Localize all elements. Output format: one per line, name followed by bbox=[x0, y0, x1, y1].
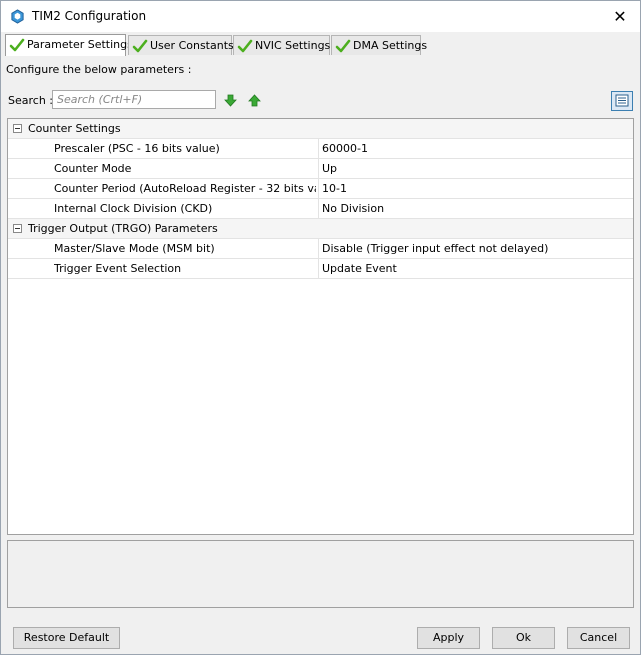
configure-caption: Configure the below parameters : bbox=[6, 63, 192, 76]
close-button[interactable]: ✕ bbox=[600, 1, 640, 32]
arrow-up-icon[interactable] bbox=[248, 94, 261, 107]
tab-user-constants[interactable]: User Constants bbox=[128, 35, 234, 55]
title-bar: TIM2 Configuration ✕ bbox=[1, 1, 640, 32]
checkmark-icon bbox=[9, 38, 25, 52]
tab-nvic-settings[interactable]: NVIC Settings bbox=[233, 35, 330, 55]
list-view-icon bbox=[615, 94, 629, 107]
group-label: Counter Settings bbox=[28, 122, 121, 135]
close-icon: ✕ bbox=[613, 7, 627, 26]
param-name: Counter Mode bbox=[54, 162, 132, 175]
param-row-counter-period[interactable]: Counter Period (AutoReload Register - 32… bbox=[8, 179, 633, 199]
param-value[interactable]: 60000-1 bbox=[322, 142, 368, 155]
column-divider bbox=[318, 139, 319, 158]
param-row-prescaler[interactable]: Prescaler (PSC - 16 bits value) 60000-1 bbox=[8, 139, 633, 159]
param-name: Prescaler (PSC - 16 bits value) bbox=[54, 142, 220, 155]
list-view-button[interactable] bbox=[611, 91, 633, 111]
param-value[interactable]: Update Event bbox=[322, 262, 397, 275]
window-title: TIM2 Configuration bbox=[32, 9, 147, 23]
parameter-grid: Counter Settings Prescaler (PSC - 16 bit… bbox=[7, 118, 634, 535]
column-divider bbox=[318, 239, 319, 258]
collapse-toggle-icon[interactable] bbox=[13, 124, 22, 133]
param-value[interactable]: 10-1 bbox=[322, 182, 347, 195]
param-row-clock-division[interactable]: Internal Clock Division (CKD) No Divisio… bbox=[8, 199, 633, 219]
column-divider bbox=[318, 199, 319, 218]
collapse-toggle-icon[interactable] bbox=[13, 224, 22, 233]
app-cube-icon bbox=[11, 9, 24, 24]
checkmark-icon bbox=[237, 39, 253, 53]
dialog-window: TIM2 Configuration ✕ Parameter Settings … bbox=[0, 0, 641, 655]
param-row-trigger-event[interactable]: Trigger Event Selection Update Event bbox=[8, 259, 633, 279]
tab-label: Parameter Settings bbox=[27, 38, 133, 51]
group-label: Trigger Output (TRGO) Parameters bbox=[28, 222, 218, 235]
param-name: Internal Clock Division (CKD) bbox=[54, 202, 213, 215]
parameter-settings-panel: Configure the below parameters : Search … bbox=[2, 56, 638, 656]
group-row-trigger-output[interactable]: Trigger Output (TRGO) Parameters bbox=[8, 219, 633, 239]
search-label: Search : bbox=[8, 94, 53, 107]
column-divider bbox=[318, 259, 319, 278]
param-row-master-slave-mode[interactable]: Master/Slave Mode (MSM bit) Disable (Tri… bbox=[8, 239, 633, 259]
checkmark-icon bbox=[335, 39, 351, 53]
checkmark-icon bbox=[132, 39, 148, 53]
ok-button[interactable]: Ok bbox=[492, 627, 555, 649]
tab-label: NVIC Settings bbox=[255, 39, 331, 52]
search-input[interactable]: Search (Crtl+F) bbox=[52, 90, 216, 109]
arrow-down-icon[interactable] bbox=[224, 94, 237, 107]
param-value[interactable]: Up bbox=[322, 162, 337, 175]
tab-parameter-settings[interactable]: Parameter Settings bbox=[5, 34, 133, 56]
param-name: Master/Slave Mode (MSM bit) bbox=[54, 242, 215, 255]
column-divider bbox=[318, 159, 319, 178]
param-row-counter-mode[interactable]: Counter Mode Up bbox=[8, 159, 633, 179]
group-row-counter-settings[interactable]: Counter Settings bbox=[8, 119, 633, 139]
cancel-button[interactable]: Cancel bbox=[567, 627, 630, 649]
param-name: Trigger Event Selection bbox=[54, 262, 182, 275]
tab-label: User Constants bbox=[150, 39, 234, 52]
param-value[interactable]: Disable (Trigger input effect not delaye… bbox=[322, 242, 548, 255]
tab-dma-settings[interactable]: DMA Settings bbox=[331, 35, 427, 55]
tab-label: DMA Settings bbox=[353, 39, 428, 52]
param-value[interactable]: No Division bbox=[322, 202, 384, 215]
param-name: Counter Period (AutoReload Register - 32… bbox=[54, 182, 316, 195]
column-divider bbox=[318, 179, 319, 198]
restore-default-button[interactable]: Restore Default bbox=[13, 627, 120, 649]
description-panel bbox=[7, 540, 634, 608]
apply-button[interactable]: Apply bbox=[417, 627, 480, 649]
